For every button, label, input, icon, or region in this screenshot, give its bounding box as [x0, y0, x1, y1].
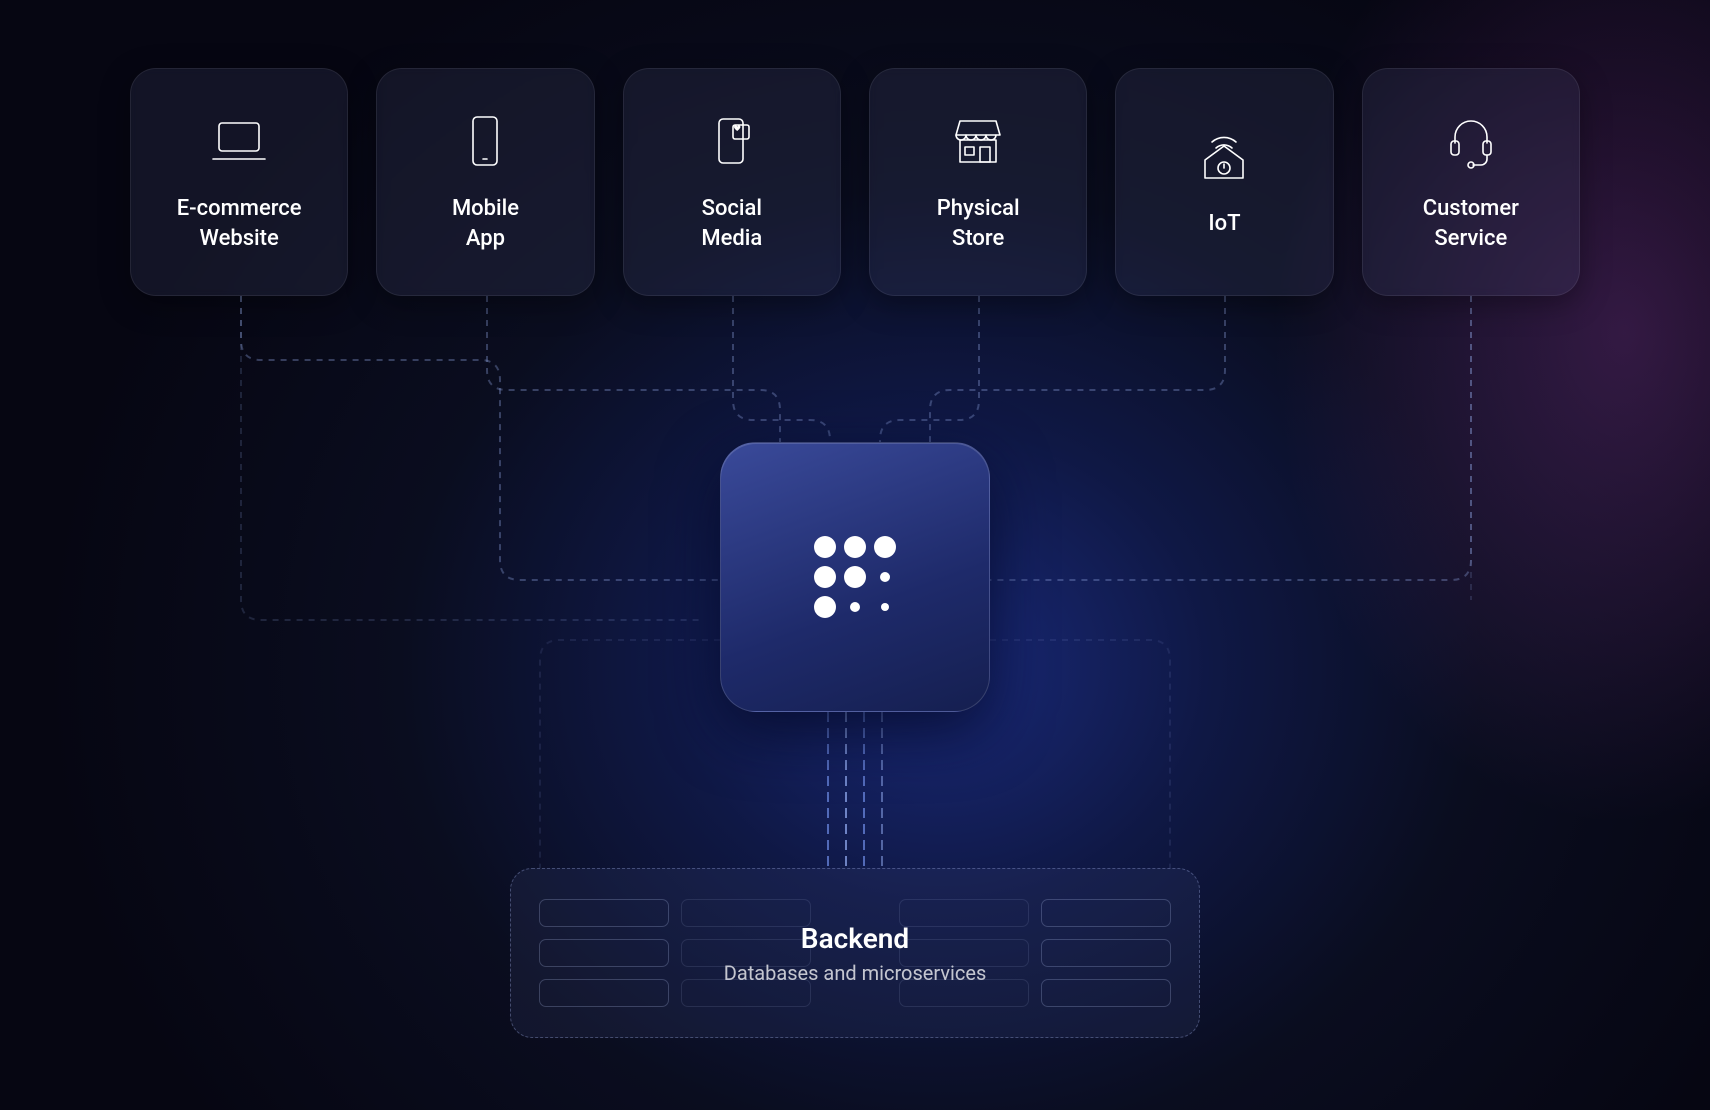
- mobile-icon: [454, 110, 516, 172]
- channel-label: Physical Store: [927, 194, 1030, 253]
- store-icon: [947, 110, 1009, 172]
- grid-dots-icon: [800, 522, 910, 632]
- channel-card-iot: IoT: [1115, 68, 1333, 296]
- social-icon: [701, 110, 763, 172]
- backend-title: Backend: [801, 922, 909, 955]
- channel-label: Mobile App: [442, 194, 529, 253]
- headset-icon: [1440, 110, 1502, 172]
- channel-card-mobile: Mobile App: [376, 68, 594, 296]
- channel-card-social: Social Media: [623, 68, 841, 296]
- channel-card-store: Physical Store: [869, 68, 1087, 296]
- backend-node: Backend Databases and microservices: [510, 868, 1200, 1038]
- channel-card-ecommerce: E-commerce Website: [130, 68, 348, 296]
- laptop-icon: [208, 110, 270, 172]
- channel-row: E-commerce Website Mobile App Social Med…: [130, 68, 1580, 296]
- db-stack-icon: [1041, 889, 1171, 1017]
- db-stack-icon: [539, 889, 669, 1017]
- db-stack-icon: [899, 889, 1029, 1017]
- channel-label: IoT: [1198, 209, 1250, 239]
- db-stack-icon: [681, 889, 811, 1017]
- channel-card-customer-service: Customer Service: [1362, 68, 1580, 296]
- channel-label: Social Media: [691, 194, 772, 253]
- iot-icon: [1193, 125, 1255, 187]
- channel-label: Customer Service: [1413, 194, 1529, 253]
- hub-node: [720, 442, 990, 712]
- channel-label: E-commerce Website: [167, 194, 312, 253]
